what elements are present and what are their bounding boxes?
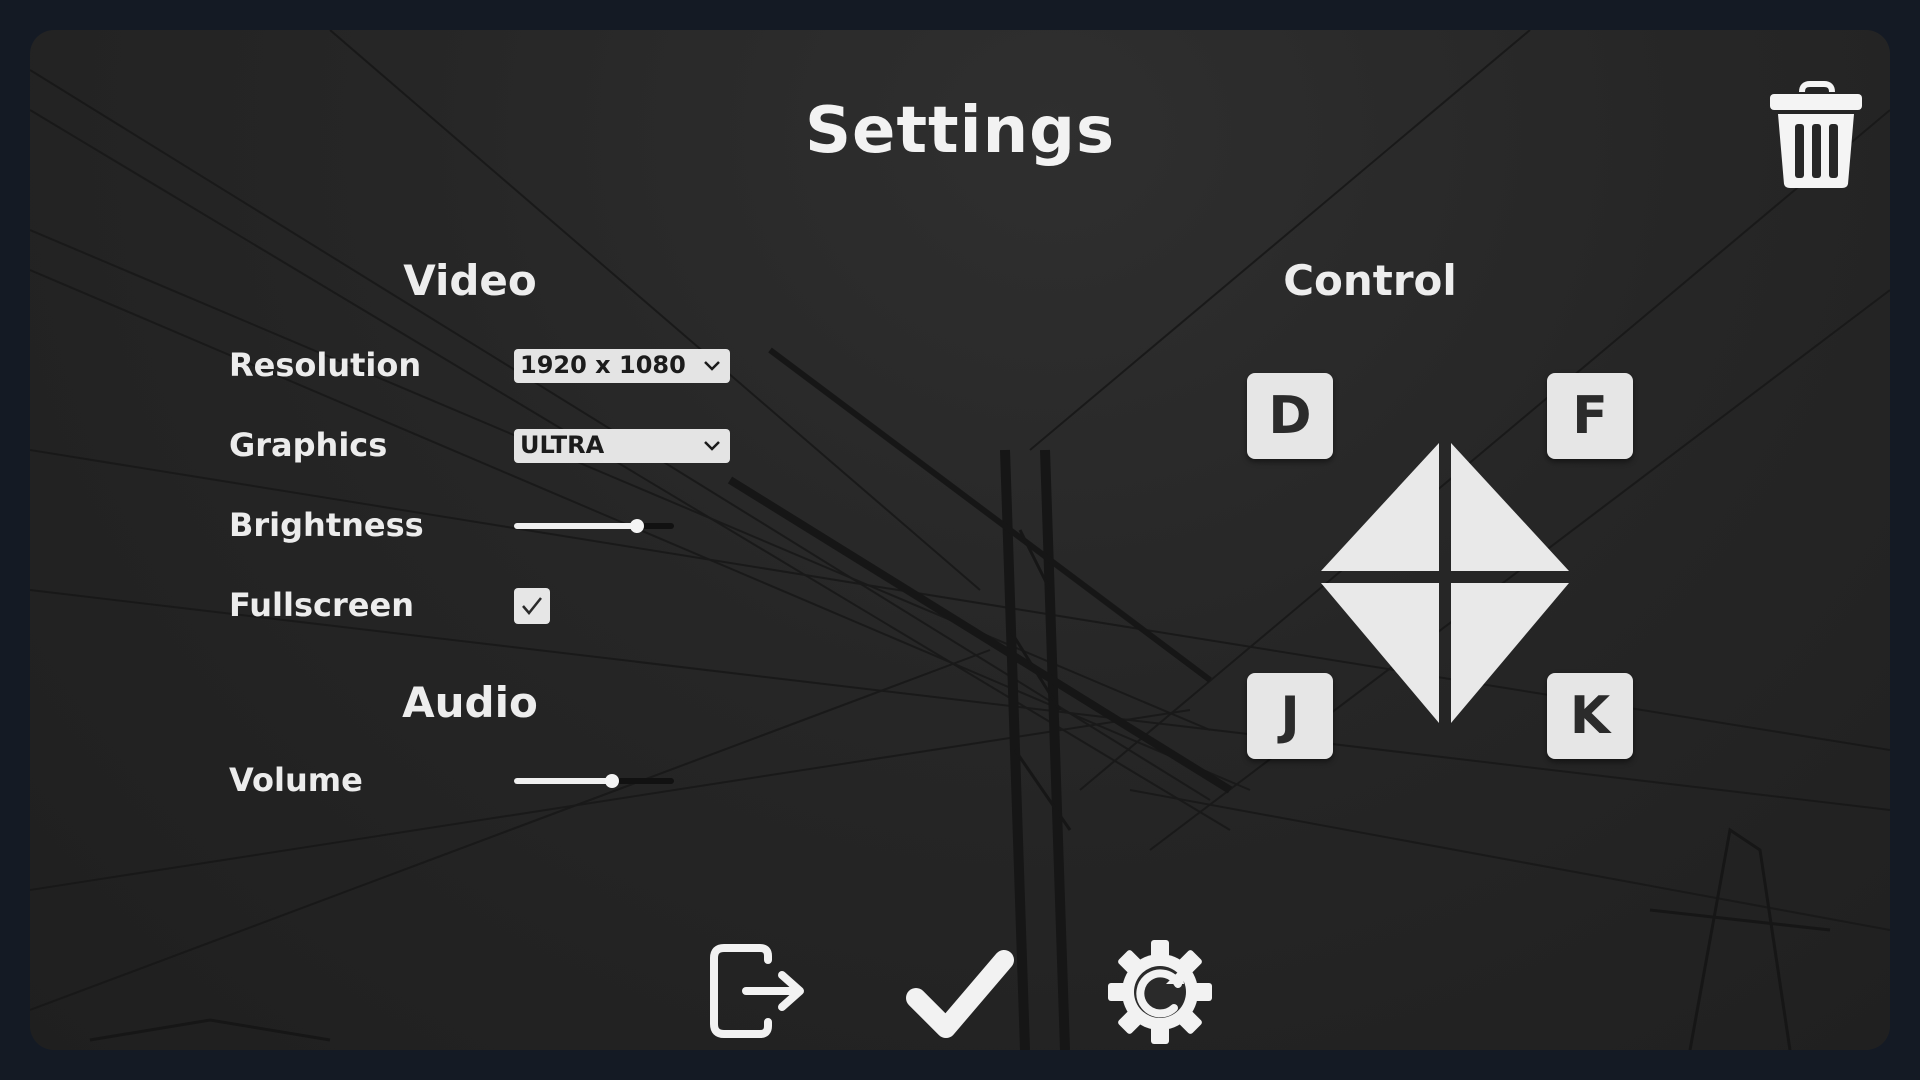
- slider-fill: [514, 523, 638, 529]
- control-section-title: Control: [1283, 256, 1457, 305]
- settings-panel: Settings Video Resolution 1920 x 1080 Gr…: [30, 30, 1890, 1050]
- fullscreen-checkbox[interactable]: [514, 588, 550, 624]
- brightness-label: Brightness: [229, 506, 424, 544]
- graphics-label: Graphics: [229, 426, 388, 464]
- checkmark-icon: [906, 950, 1014, 1038]
- diamond-dpad-icon: [1321, 443, 1569, 723]
- graphics-value: ULTRA: [520, 431, 605, 459]
- exit-icon: [710, 944, 804, 1038]
- resolution-select[interactable]: 1920 x 1080: [514, 349, 730, 383]
- check-icon: [522, 597, 542, 615]
- dpad-down-left[interactable]: [1321, 583, 1439, 723]
- resolution-label: Resolution: [229, 346, 422, 384]
- dpad-up-left[interactable]: [1321, 443, 1439, 571]
- dpad-down-right[interactable]: [1451, 583, 1569, 723]
- slider-knob[interactable]: [604, 774, 619, 788]
- apply-button[interactable]: [906, 938, 1014, 1046]
- graphics-select[interactable]: ULTRA: [514, 429, 730, 463]
- trash-icon: [1770, 81, 1862, 188]
- volume-slider[interactable]: [514, 769, 674, 793]
- slider-fill: [514, 778, 612, 784]
- dpad-up-right[interactable]: [1451, 443, 1569, 571]
- delete-button[interactable]: [1768, 80, 1864, 190]
- page-title: Settings: [804, 94, 1116, 168]
- slider-knob[interactable]: [630, 519, 645, 533]
- reset-defaults-button[interactable]: [1106, 938, 1214, 1046]
- fullscreen-label: Fullscreen: [229, 586, 414, 624]
- chevron-down-icon: [704, 441, 720, 451]
- chevron-down-icon: [704, 361, 720, 371]
- brightness-slider[interactable]: [514, 514, 674, 538]
- volume-label: Volume: [229, 761, 363, 799]
- exit-button[interactable]: [706, 938, 814, 1046]
- video-section-title: Video: [403, 256, 537, 305]
- gear-reset-icon: [1108, 940, 1212, 1044]
- audio-section-title: Audio: [402, 678, 538, 727]
- resolution-value: 1920 x 1080: [520, 351, 686, 379]
